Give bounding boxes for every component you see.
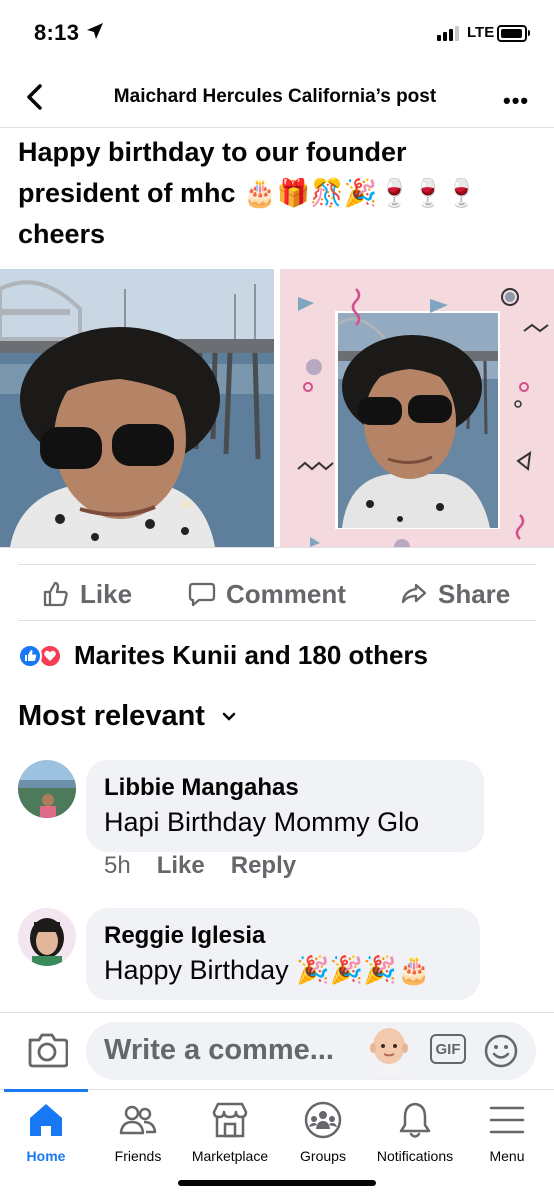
share-label: Share bbox=[438, 578, 511, 609]
comment-label: Comment bbox=[226, 578, 346, 609]
post-text-line: president of mhc 🎂🎁🎊🎉🍷🍷🍷 bbox=[18, 178, 479, 208]
like-reaction-icon bbox=[18, 643, 42, 668]
comment-input-placeholder: Write a comme... bbox=[104, 1034, 334, 1066]
groups-icon bbox=[304, 1101, 342, 1139]
comment-sort-dropdown[interactable]: Most relevant bbox=[18, 700, 237, 733]
chevron-down-icon bbox=[222, 712, 236, 721]
avatar-sticker-icon[interactable] bbox=[368, 1026, 410, 1076]
post-photo-2[interactable] bbox=[280, 269, 554, 547]
marketplace-icon bbox=[212, 1102, 248, 1138]
battery-icon bbox=[497, 25, 530, 42]
camera-icon[interactable] bbox=[26, 1030, 68, 1070]
photo-divider bbox=[0, 547, 554, 548]
emoji-icon[interactable] bbox=[484, 1034, 518, 1068]
home-icon bbox=[30, 1104, 62, 1136]
comment-bubble[interactable]: Reggie Iglesia Happy Birthday 🎉🎉🎉🎂 bbox=[86, 908, 480, 1000]
commenter-name[interactable]: Libbie Mangahas bbox=[104, 772, 466, 804]
comment-like-button[interactable]: Like bbox=[157, 852, 205, 880]
thumbs-up-icon bbox=[43, 581, 68, 607]
comment-meta: 5h Like Reply bbox=[104, 852, 296, 880]
post-text-line: cheers bbox=[18, 219, 106, 249]
share-button[interactable]: Share bbox=[400, 574, 510, 614]
reactions-summary[interactable]: Marites Kunii and 180 others bbox=[18, 640, 428, 671]
comment-text: Hapi Birthday Mommy Glo bbox=[104, 807, 420, 837]
comment-bubble-icon bbox=[188, 582, 216, 607]
commenter-name[interactable]: Reggie Iglesia bbox=[104, 920, 462, 952]
post-photo-1[interactable] bbox=[0, 269, 274, 547]
page-title: Maichard Hercules California’s post bbox=[113, 86, 437, 107]
actions-divider-top bbox=[18, 564, 536, 565]
comment-reply-button[interactable]: Reply bbox=[231, 852, 296, 880]
comment-button[interactable]: Comment bbox=[188, 574, 346, 614]
more-options-icon[interactable]: ••• bbox=[503, 88, 529, 114]
tab-menu[interactable]: Menu bbox=[452, 1100, 554, 1164]
network-label: LTE bbox=[467, 24, 495, 41]
composer-divider bbox=[0, 1012, 554, 1013]
menu-icon bbox=[489, 1106, 525, 1134]
comment-bubble[interactable]: Libbie Mangahas Hapi Birthday Mommy Glo bbox=[86, 760, 484, 852]
friends-icon bbox=[119, 1105, 157, 1135]
back-arrow-icon[interactable] bbox=[22, 82, 48, 112]
comment-time: 5h bbox=[104, 852, 131, 879]
like-label: Like bbox=[80, 578, 133, 609]
reaction-icons bbox=[18, 643, 66, 668]
header-divider bbox=[0, 127, 554, 128]
like-button[interactable]: Like bbox=[42, 574, 132, 614]
commenter-avatar[interactable] bbox=[18, 760, 76, 818]
reactions-text: Marites Kunii and 180 others bbox=[74, 640, 428, 670]
commenter-avatar[interactable] bbox=[18, 908, 76, 966]
home-indicator[interactable] bbox=[178, 1180, 376, 1186]
sort-label: Most relevant bbox=[18, 700, 205, 732]
share-arrow-icon bbox=[401, 583, 427, 604]
signal-icon bbox=[437, 26, 459, 41]
actions-divider-bottom bbox=[18, 620, 536, 621]
gif-button[interactable]: GIF bbox=[430, 1034, 466, 1064]
location-arrow-icon bbox=[87, 23, 103, 39]
tab-label: Menu bbox=[489, 1148, 525, 1164]
comment-text: Happy Birthday 🎉🎉🎉🎂 bbox=[104, 955, 431, 985]
post-text: Happy birthday to our founder president … bbox=[18, 132, 538, 255]
active-tab-indicator bbox=[4, 1089, 88, 1092]
post-text-line: Happy birthday to our founder bbox=[18, 137, 407, 167]
bell-icon bbox=[399, 1102, 431, 1138]
status-time: 8:13 bbox=[34, 20, 80, 45]
